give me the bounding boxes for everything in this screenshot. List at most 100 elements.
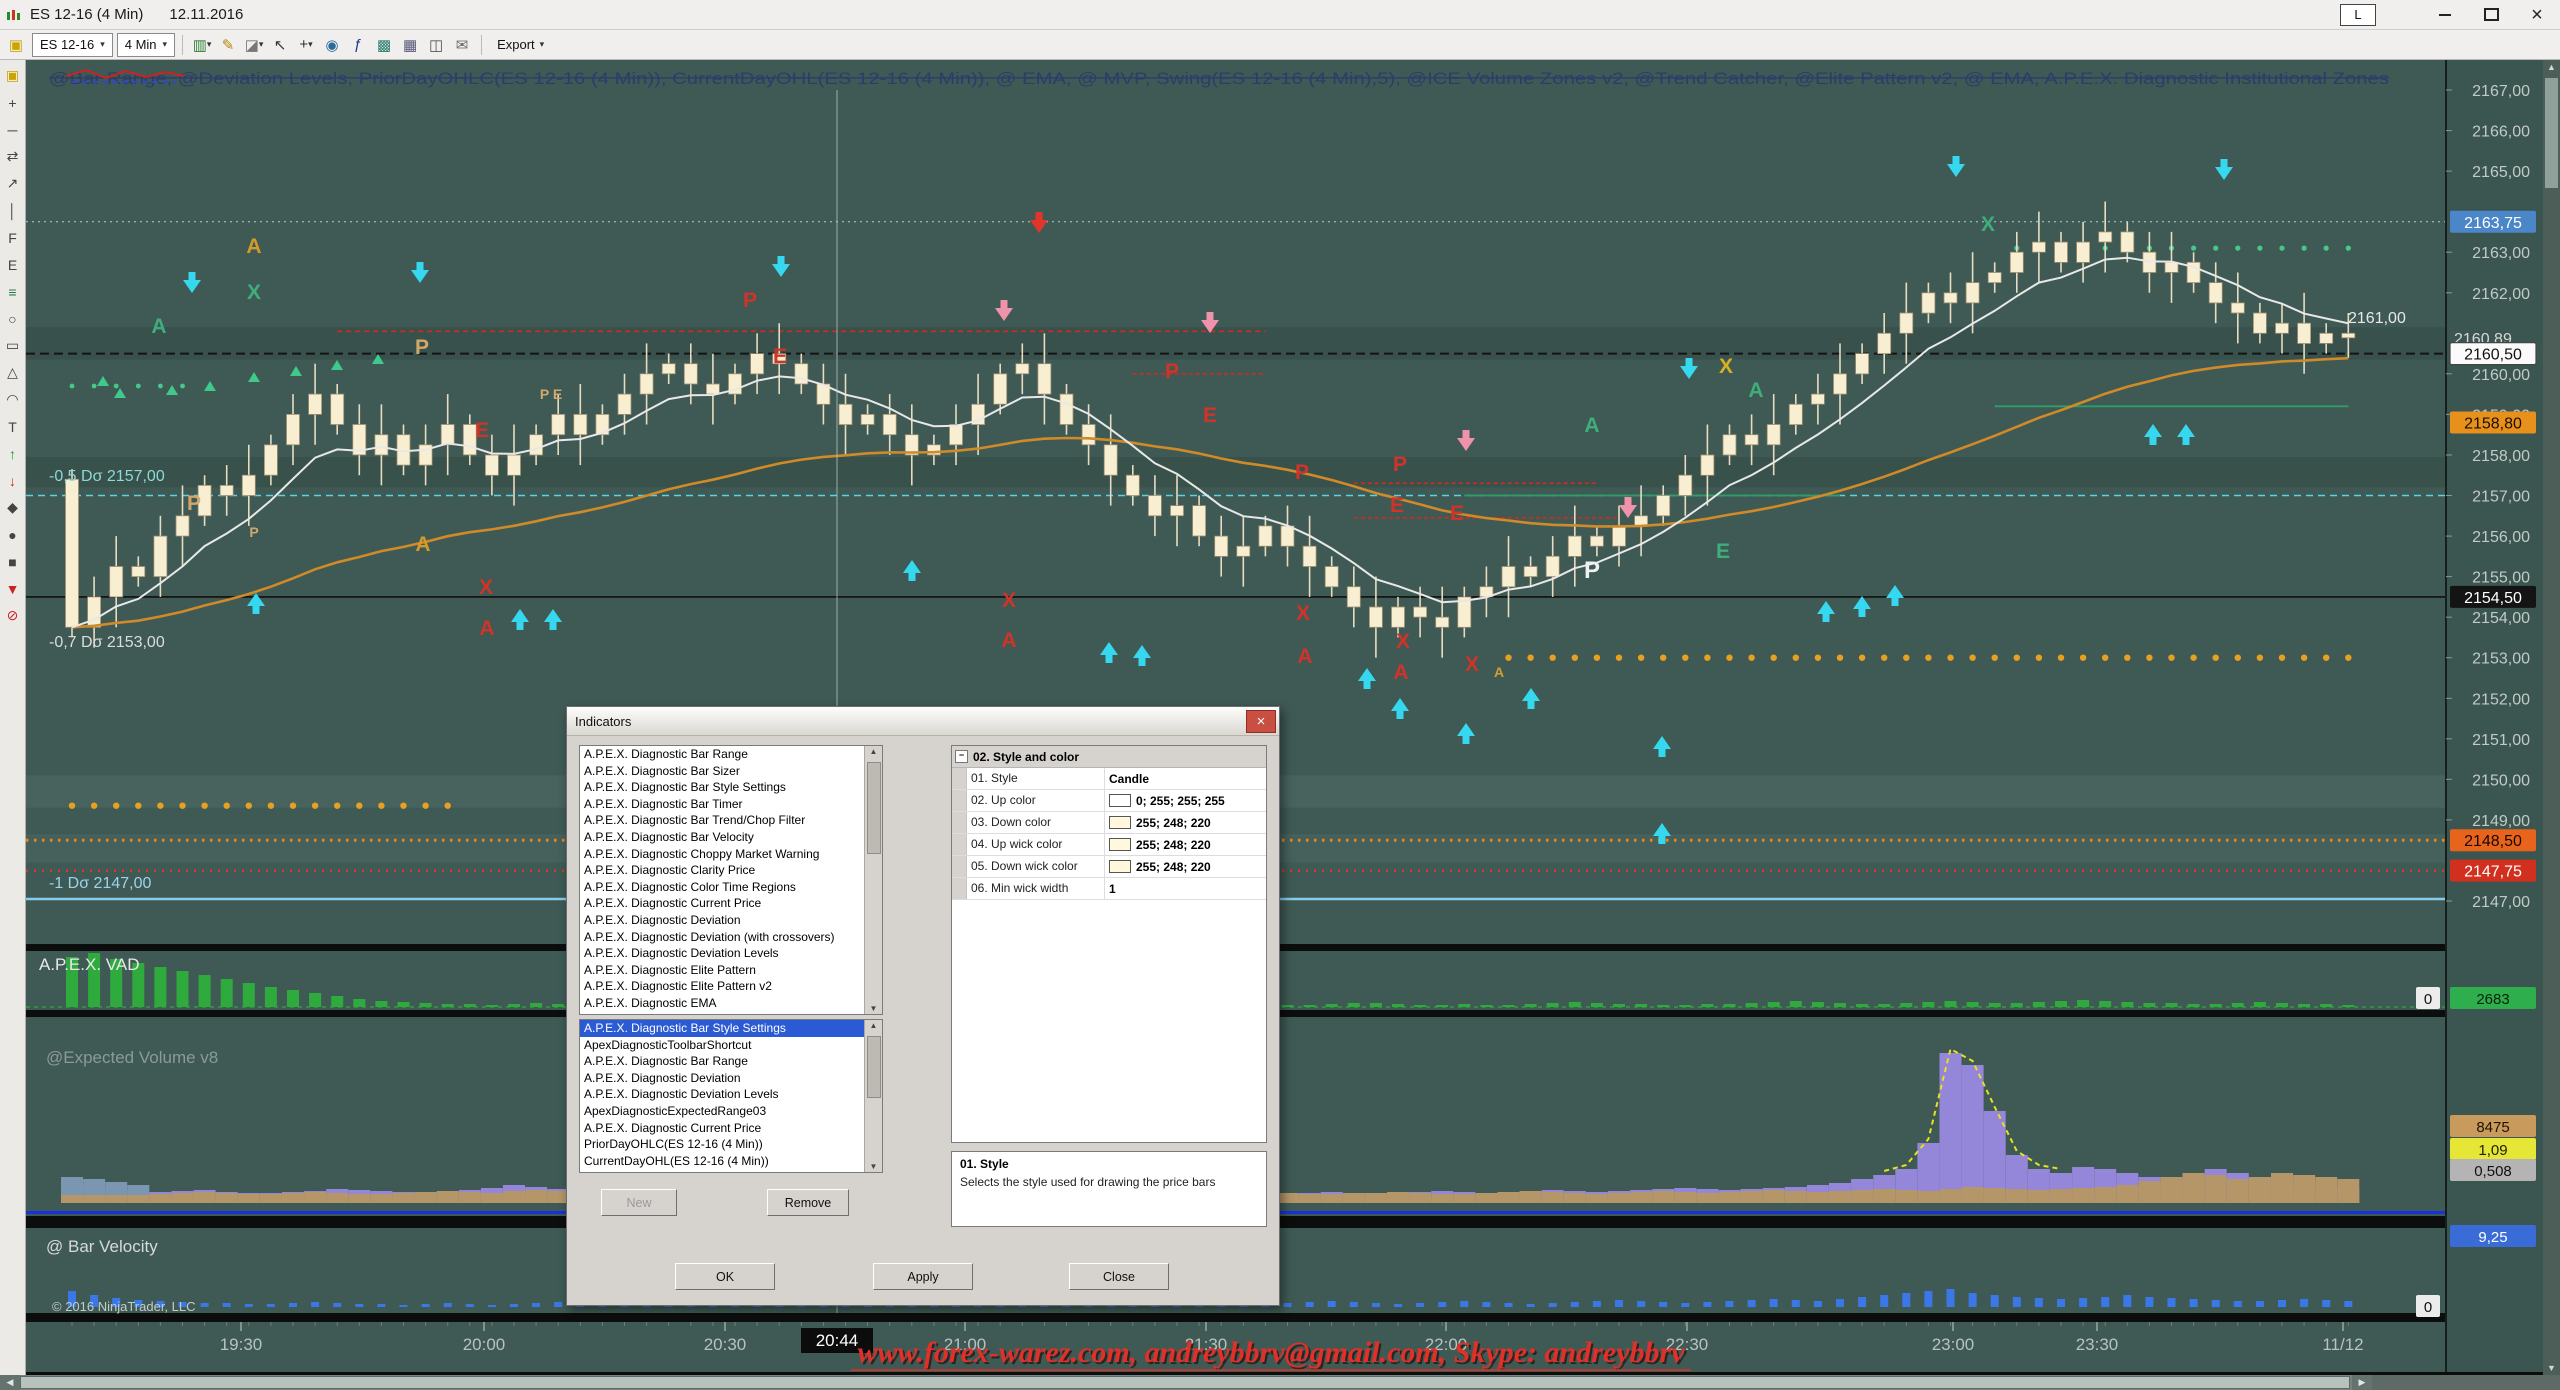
remove-button[interactable]: Remove bbox=[767, 1189, 849, 1216]
vertical-scrollbar[interactable]: ▲ ▼ bbox=[2543, 60, 2560, 1375]
applied-indicator-item[interactable]: A.P.E.X. Diagnostic Bar Range bbox=[580, 1053, 882, 1070]
property-row[interactable]: 02. Up color0; 255; 255; 255 bbox=[952, 790, 1266, 812]
indicator-list-item[interactable]: A.P.E.X. Diagnostic Elite Pattern v2 bbox=[580, 978, 882, 995]
applied-indicator-item[interactable]: ApexDiagnosticToolbarShortcut bbox=[580, 1037, 882, 1054]
trend-line-tool-icon[interactable]: ↗ bbox=[2, 170, 24, 197]
instrument-selector[interactable]: ES 12-16 ▾ bbox=[32, 33, 113, 57]
property-row[interactable]: 05. Down wick color255; 248; 220 bbox=[952, 856, 1266, 878]
apply-button[interactable]: Apply bbox=[873, 1263, 973, 1290]
new-button[interactable]: New bbox=[601, 1189, 677, 1216]
restore-button[interactable] bbox=[2468, 0, 2514, 29]
indicator-list-item[interactable]: A.P.E.X. Diagnostic Deviation (with cros… bbox=[580, 929, 882, 946]
property-grid[interactable]: − 02. Style and color 01. StyleCandle02.… bbox=[951, 745, 1267, 1143]
bar-type-icon[interactable]: ▥▾ bbox=[190, 33, 214, 57]
applied-indicator-item[interactable]: A.P.E.X. Diagnostic Deviation Levels bbox=[580, 1086, 882, 1103]
panels-icon[interactable]: ◫ bbox=[424, 33, 448, 57]
applied-indicators-list[interactable]: A.P.E.X. Diagnostic Bar Style SettingsAp… bbox=[579, 1019, 883, 1173]
applied-indicator-item[interactable]: A.P.E.X. Diagnostic Bar Style Settings bbox=[580, 1020, 882, 1037]
scroll-up-icon[interactable]: ▲ bbox=[865, 1021, 882, 1030]
property-value[interactable]: Candle bbox=[1105, 768, 1266, 789]
applied-indicator-item[interactable]: PriorDayOHLC(ES 12-16 (4 Min)) bbox=[580, 1136, 882, 1153]
applied-indicator-item[interactable]: ApexDiagnosticExpectedRange03 bbox=[580, 1103, 882, 1120]
property-row[interactable]: 03. Down color255; 248; 220 bbox=[952, 812, 1266, 834]
text-tool-icon[interactable]: T bbox=[2, 413, 24, 440]
interval-selector[interactable]: 4 Min ▾ bbox=[117, 33, 175, 57]
horizontal-line-tool-icon[interactable]: ─ bbox=[2, 116, 24, 143]
export-menu[interactable]: Export ▾ bbox=[489, 37, 552, 52]
down-arrow-tool-icon[interactable]: ↓ bbox=[2, 467, 24, 494]
property-value[interactable]: 255; 248; 220 bbox=[1105, 812, 1266, 833]
pointer-tool-icon[interactable]: ▣ bbox=[2, 62, 24, 89]
grid-icon[interactable]: ▦ bbox=[398, 33, 422, 57]
property-category[interactable]: − 02. Style and color bbox=[952, 746, 1266, 768]
ok-button[interactable]: OK bbox=[675, 1263, 775, 1290]
available-indicators-list[interactable]: A.P.E.X. Diagnostic Bar RangeA.P.E.X. Di… bbox=[579, 745, 883, 1015]
arc-tool-icon[interactable]: ◠ bbox=[2, 386, 24, 413]
triangle-tool-icon[interactable]: △ bbox=[2, 359, 24, 386]
scroll-up-icon[interactable]: ▲ bbox=[2543, 60, 2560, 74]
property-value[interactable]: 255; 248; 220 bbox=[1105, 856, 1266, 877]
mail-icon[interactable]: ✉ bbox=[450, 33, 474, 57]
scroll-down-icon[interactable]: ▼ bbox=[865, 1004, 882, 1013]
applied-indicator-item[interactable]: A.P.E.X. Diagnostic Current Price bbox=[580, 1120, 882, 1137]
flag-tool-icon[interactable]: ▼ bbox=[2, 575, 24, 602]
workspace-icon[interactable]: ▣ bbox=[4, 33, 28, 57]
snap-mode-icon[interactable]: ◉ bbox=[320, 33, 344, 57]
indicator-list-item[interactable]: A.P.E.X. Diagnostic Bar Sizer bbox=[580, 763, 882, 780]
eraser-tool-icon[interactable]: ◪▾ bbox=[242, 33, 266, 57]
property-value[interactable]: 1 bbox=[1105, 878, 1266, 899]
pencil-tool-icon[interactable]: ✎ bbox=[216, 33, 240, 57]
close-button[interactable]: Close bbox=[1069, 1263, 1169, 1290]
ellipse-tool-icon[interactable]: ○ bbox=[2, 305, 24, 332]
applied-indicator-item[interactable]: CurrentDayOHL(ES 12-16 (4 Min)) bbox=[580, 1153, 882, 1170]
indicator-list-item[interactable]: A.P.E.X. Diagnostic Bar Range bbox=[580, 746, 882, 763]
property-value[interactable]: 255; 248; 220 bbox=[1105, 834, 1266, 855]
chart-canvas[interactable]: AXAPEPEPEPPEEAPEXAXAXAXAXAXAXP EAPPA.P.E… bbox=[26, 60, 2560, 1390]
scroll-up-icon[interactable]: ▲ bbox=[865, 747, 882, 756]
extension-tool-icon[interactable]: E bbox=[2, 251, 24, 278]
indicator-list-item[interactable]: A.P.E.X. Diagnostic Bar Velocity bbox=[580, 829, 882, 846]
collapse-icon[interactable]: − bbox=[955, 750, 968, 763]
fibonacci-tool-icon[interactable]: F bbox=[2, 224, 24, 251]
indicator-list-item[interactable]: A.P.E.X. Diagnostic Elite Pattern bbox=[580, 962, 882, 979]
property-row[interactable]: 06. Min wick width1 bbox=[952, 878, 1266, 900]
vertical-line-tool-icon[interactable]: │ bbox=[2, 197, 24, 224]
diamond-tool-icon[interactable]: ◆ bbox=[2, 494, 24, 521]
indicator-list-item[interactable]: A.P.E.X. Diagnostic Bar Trend/Chop Filte… bbox=[580, 812, 882, 829]
dialog-titlebar[interactable]: Indicators × bbox=[567, 707, 1279, 736]
dot-tool-icon[interactable]: ● bbox=[2, 521, 24, 548]
close-button[interactable]: × bbox=[2514, 0, 2560, 29]
indicator-list-item[interactable]: A.P.E.X. Diagnostic Bar Style Settings bbox=[580, 779, 882, 796]
title-bar[interactable]: ES 12-16 (4 Min) 12.11.2016 L × bbox=[0, 0, 2560, 30]
list-scrollbar[interactable]: ▲▼ bbox=[864, 746, 882, 1014]
price-axis[interactable]: 2167,002166,002165,002163,002162,002160,… bbox=[2416, 60, 2560, 1372]
scroll-down-icon[interactable]: ▼ bbox=[2543, 1361, 2560, 1375]
horizontal-scroll-thumb[interactable] bbox=[20, 1376, 2350, 1389]
link-button[interactable]: L bbox=[2340, 4, 2376, 26]
square-tool-icon[interactable]: ■ bbox=[2, 548, 24, 575]
indicator-list-item[interactable]: A.P.E.X. Diagnostic Current Price bbox=[580, 895, 882, 912]
indicator-list-item[interactable]: A.P.E.X. Diagnostic Deviation Levels bbox=[580, 945, 882, 962]
crosshair-tool-icon[interactable]: + bbox=[2, 89, 24, 116]
vertical-scroll-thumb[interactable] bbox=[2545, 78, 2558, 188]
indicator-list-item[interactable]: A.P.E.X. Diagnostic Clarity Price bbox=[580, 862, 882, 879]
zones-icon[interactable]: ▩ bbox=[372, 33, 396, 57]
property-value[interactable]: 0; 255; 255; 255 bbox=[1105, 790, 1266, 811]
indicator-list-item[interactable]: A.P.E.X. Diagnostic EMA bbox=[580, 995, 882, 1012]
up-arrow-tool-icon[interactable]: ↑ bbox=[2, 440, 24, 467]
crosshair-tool-icon[interactable]: +▾ bbox=[294, 33, 318, 57]
rectangle-tool-icon[interactable]: ▭ bbox=[2, 332, 24, 359]
indicator-list-item[interactable]: A.P.E.X. Diagnostic Color Time Regions bbox=[580, 879, 882, 896]
indicator-list-item[interactable]: A.P.E.X. Diagnostic Bar Timer bbox=[580, 796, 882, 813]
property-row[interactable]: 01. StyleCandle bbox=[952, 768, 1266, 790]
arrow-line-tool-icon[interactable]: ⇄ bbox=[2, 143, 24, 170]
minimize-button[interactable] bbox=[2422, 0, 2468, 29]
indicators-icon[interactable]: ƒ bbox=[346, 33, 370, 57]
indicator-list-item[interactable]: A.P.E.X. Diagnostic Choppy Market Warnin… bbox=[580, 846, 882, 863]
scroll-down-icon[interactable]: ▼ bbox=[865, 1162, 882, 1171]
scroll-left-icon[interactable]: ◀ bbox=[0, 1375, 20, 1390]
remove-draw-tool-icon[interactable]: ⊘ bbox=[2, 602, 24, 629]
list-scrollbar[interactable]: ▲▼ bbox=[864, 1020, 882, 1172]
horizontal-scrollbar[interactable]: ◀ ▶ bbox=[0, 1375, 2560, 1390]
scroll-thumb[interactable] bbox=[867, 762, 881, 854]
